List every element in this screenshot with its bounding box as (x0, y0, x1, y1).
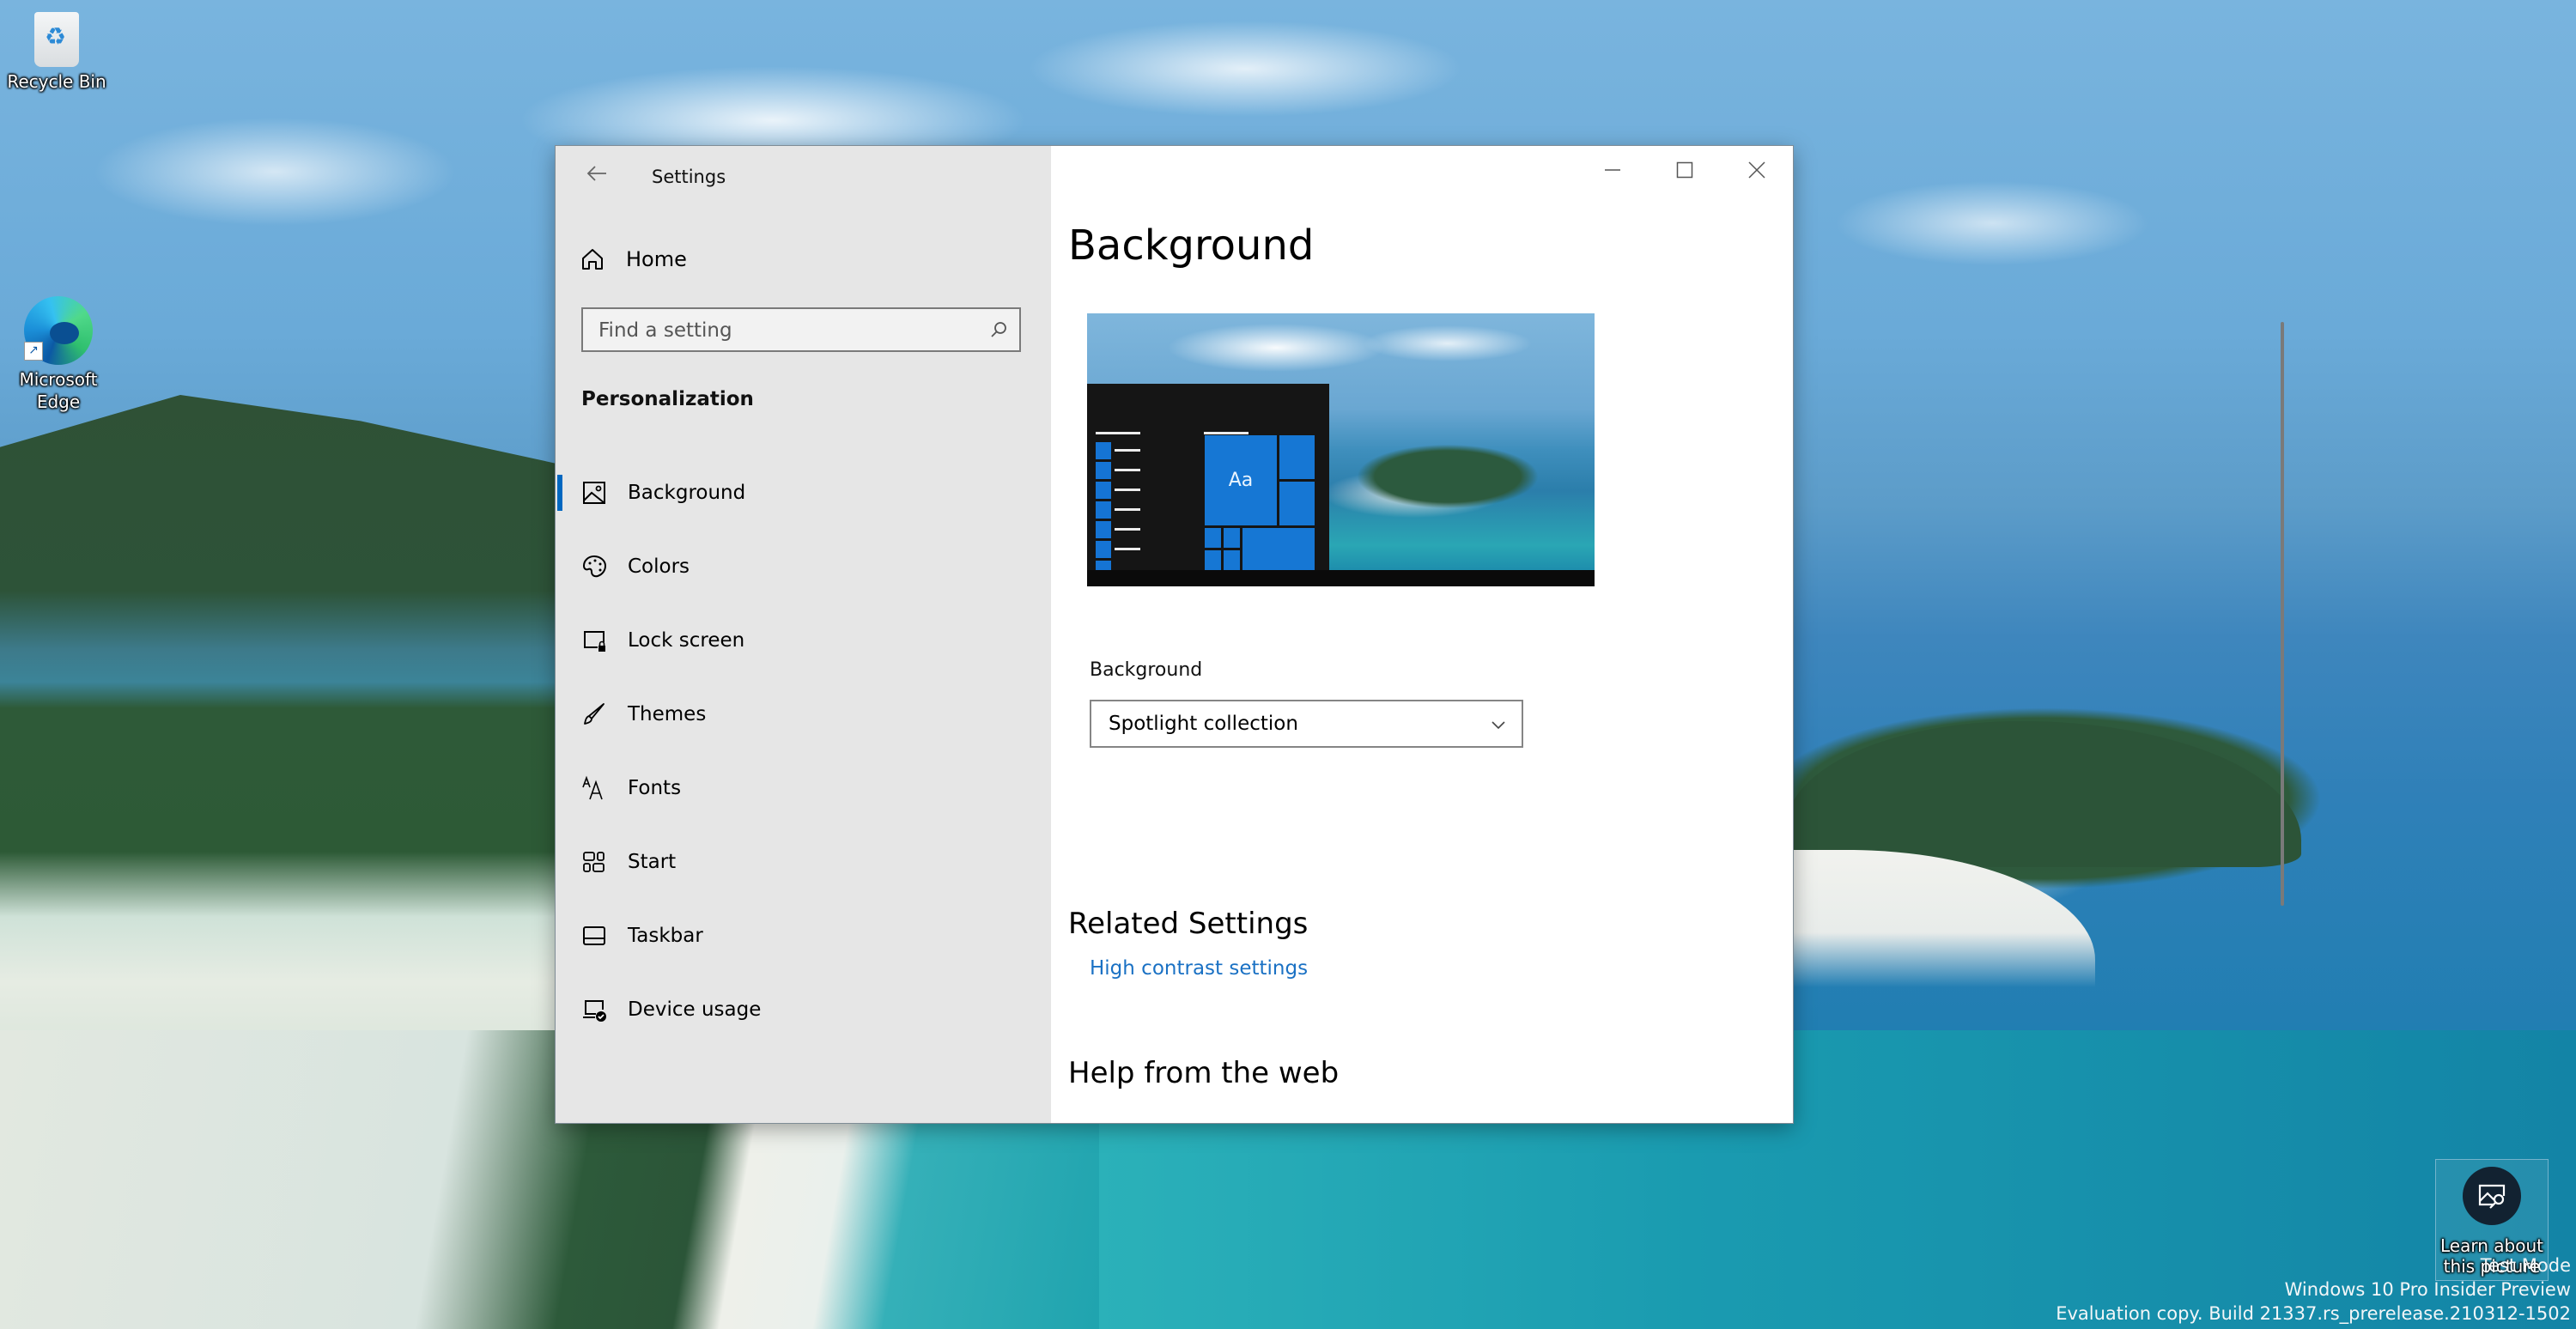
fonts-icon (582, 775, 603, 800)
shortcut-arrow-icon: ↗ (24, 342, 43, 361)
preview-app (1096, 521, 1111, 538)
help-from-web-title: Help from the web (1068, 1056, 1340, 1090)
desktop-icon-label: Microsoft Edge (19, 369, 98, 412)
preview-app (1096, 541, 1111, 558)
preview-app (1096, 462, 1111, 479)
preview-app (1096, 501, 1111, 519)
sidebar-item-label: Themes (628, 703, 707, 725)
taskbar-icon (583, 926, 605, 945)
learn-picture-circle (2463, 1167, 2521, 1225)
preview-taskbar (1087, 570, 1595, 586)
preview-line (1115, 508, 1140, 511)
home-icon (582, 249, 603, 270)
maximize-icon (1676, 161, 1693, 179)
preview-tile (1224, 528, 1240, 548)
background-dropdown[interactable]: Spotlight collection (1090, 700, 1523, 748)
preview-line (1115, 449, 1140, 452)
window-title: Settings (652, 167, 726, 187)
sidebar: Settings Home Personalization Background… (556, 146, 1051, 1123)
desktop-icon-recycle-bin[interactable]: Recycle Bin (0, 12, 117, 93)
sidebar-item-themes[interactable]: Themes (556, 684, 1051, 744)
sidebar-item-label: Device usage (628, 998, 762, 1021)
sidebar-item-colors[interactable]: Colors (556, 537, 1051, 597)
watermark-edition: Windows 10 Pro Insider Preview (2284, 1279, 2571, 1300)
sidebar-item-label: Background (628, 482, 746, 504)
preview-tile (1279, 482, 1315, 525)
preview-line (1115, 528, 1140, 531)
sidebar-item-device-usage[interactable]: Device usage (556, 980, 1051, 1040)
preview-tile (1279, 435, 1315, 479)
preview-line (1096, 432, 1140, 434)
recycle-bin-icon (34, 12, 79, 67)
close-icon (1748, 161, 1765, 179)
window-controls (1577, 146, 1793, 194)
preview-app (1096, 561, 1111, 570)
search-input[interactable] (583, 309, 978, 352)
minimize-button[interactable] (1577, 146, 1649, 194)
background-dropdown-value: Spotlight collection (1109, 713, 1298, 735)
section-title: Personalization (581, 388, 754, 410)
nav-home[interactable]: Home (580, 240, 687, 278)
background-preview: Aa (1087, 313, 1595, 586)
sidebar-item-start[interactable]: Start (556, 832, 1051, 892)
search-icon[interactable] (988, 319, 1009, 340)
preview-line (1204, 432, 1249, 434)
lock-screen-icon (584, 631, 605, 652)
sidebar-item-fonts[interactable]: Fonts (556, 758, 1051, 818)
arrow-left-icon (586, 166, 606, 181)
watermark-build: Evaluation copy. Build 21337.rs_prerelea… (2056, 1303, 2571, 1324)
preview-tile (1224, 550, 1240, 570)
preview-app (1096, 482, 1111, 499)
content-pane: Background Aa Background Spotlight colle… (1051, 146, 2284, 1123)
content-scrollbar[interactable] (2281, 322, 2284, 906)
sidebar-item-label: Lock screen (628, 629, 745, 652)
settings-window: Settings Home Personalization Background… (556, 146, 2284, 1123)
brush-icon (584, 703, 605, 725)
sidebar-item-label: Taskbar (628, 925, 703, 947)
watermark-test-mode: Test Mode (2480, 1255, 2571, 1276)
search-box[interactable] (581, 307, 1021, 352)
preview-start-menu: Aa (1087, 384, 1329, 570)
back-button[interactable] (580, 161, 614, 192)
sidebar-item-label: Start (628, 851, 677, 873)
desktop-icon-microsoft-edge[interactable]: Microsoft Edge (0, 296, 118, 413)
high-contrast-settings-link[interactable]: High contrast settings (1090, 957, 1308, 980)
sidebar-item-background[interactable]: Background (556, 463, 1051, 523)
preview-tile (1205, 528, 1221, 548)
palette-icon (582, 555, 607, 578)
desktop-icon-label: Recycle Bin (7, 71, 106, 92)
sidebar-item-label: Fonts (628, 777, 682, 799)
preview-tile (1205, 550, 1221, 570)
minimize-icon (1605, 169, 1620, 171)
preview-line (1115, 548, 1140, 550)
background-field-label: Background (1090, 659, 1203, 681)
sidebar-item-label: Colors (628, 555, 690, 578)
nav-home-label: Home (626, 247, 687, 271)
start-icon (583, 852, 605, 872)
device-usage-icon (583, 1000, 606, 1022)
maximize-button[interactable] (1649, 146, 1721, 194)
preview-line (1115, 469, 1140, 471)
preview-line (1115, 489, 1140, 491)
preview-app (1096, 442, 1111, 459)
preview-tile-aa: Aa (1205, 435, 1277, 525)
page-title: Background (1068, 222, 1315, 270)
selected-indicator (557, 475, 562, 511)
preview-tile (1242, 528, 1315, 570)
sidebar-item-lock-screen[interactable]: Lock screen (556, 610, 1051, 671)
picture-search-icon (2478, 1184, 2506, 1209)
chevron-down-icon (1492, 721, 1505, 730)
related-settings-title: Related Settings (1068, 907, 1309, 941)
wallpaper-land-left (0, 395, 601, 1047)
picture-icon (583, 482, 605, 504)
sidebar-item-taskbar[interactable]: Taskbar (556, 906, 1051, 966)
close-button[interactable] (1721, 146, 1793, 194)
windows-watermark: Test Mode Windows 10 Pro Insider Preview… (2056, 1253, 2571, 1326)
